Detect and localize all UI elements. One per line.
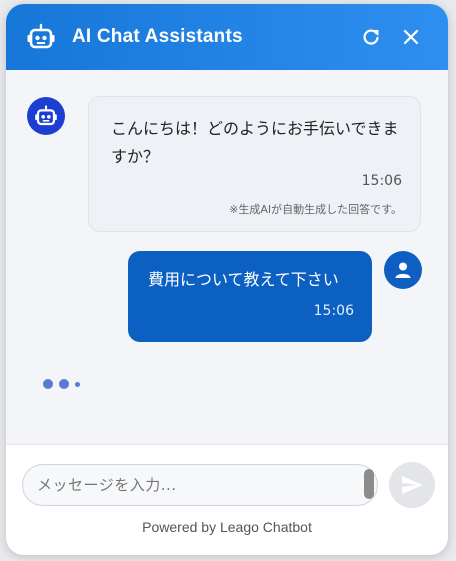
bot-message-time: 15:06 bbox=[361, 173, 402, 189]
typing-dot bbox=[43, 379, 53, 389]
user-message: 費用について教えて下さい 15:06 bbox=[128, 251, 372, 342]
refresh-button[interactable] bbox=[360, 26, 382, 48]
user-message-time: 15:06 bbox=[313, 303, 354, 319]
close-button[interactable] bbox=[400, 26, 422, 48]
user-message-text: 費用について教えて下さい bbox=[148, 270, 339, 289]
typing-indicator bbox=[43, 376, 86, 392]
typing-dot bbox=[75, 381, 80, 387]
chat-header: AI Chat Assistants bbox=[6, 4, 448, 70]
chat-widget: AI Chat Assistants こんにちは！どのようにお手伝いできますか？… bbox=[6, 4, 448, 555]
robot-icon bbox=[35, 105, 57, 126]
input-scrollbar[interactable] bbox=[364, 469, 374, 499]
bot-message: こんにちは！どのようにお手伝いできますか？ 15:06 ※生成AIが自動生成した… bbox=[88, 96, 421, 232]
refresh-icon bbox=[363, 29, 379, 45]
close-icon bbox=[403, 29, 419, 45]
message-list[interactable]: こんにちは！どのようにお手伝いできますか？ 15:06 ※生成AIが自動生成した… bbox=[6, 70, 448, 444]
send-button[interactable] bbox=[389, 462, 435, 508]
chat-footer: Powered by Leago Chatbot bbox=[6, 444, 448, 555]
message-input[interactable] bbox=[37, 476, 357, 494]
robot-icon bbox=[27, 23, 55, 49]
ai-disclaimer: ※生成AIが自動生成した回答です。 bbox=[229, 203, 402, 216]
chat-title: AI Chat Assistants bbox=[72, 26, 243, 47]
bot-avatar bbox=[27, 97, 65, 135]
bot-message-text: こんにちは！どのようにお手伝いできますか？ bbox=[111, 119, 399, 166]
powered-by-text: Powered by Leago Chatbot bbox=[142, 519, 312, 535]
message-input-container[interactable] bbox=[22, 464, 378, 506]
typing-dot bbox=[59, 379, 69, 389]
send-icon bbox=[402, 476, 423, 494]
user-avatar bbox=[384, 251, 422, 289]
user-icon bbox=[395, 262, 411, 278]
